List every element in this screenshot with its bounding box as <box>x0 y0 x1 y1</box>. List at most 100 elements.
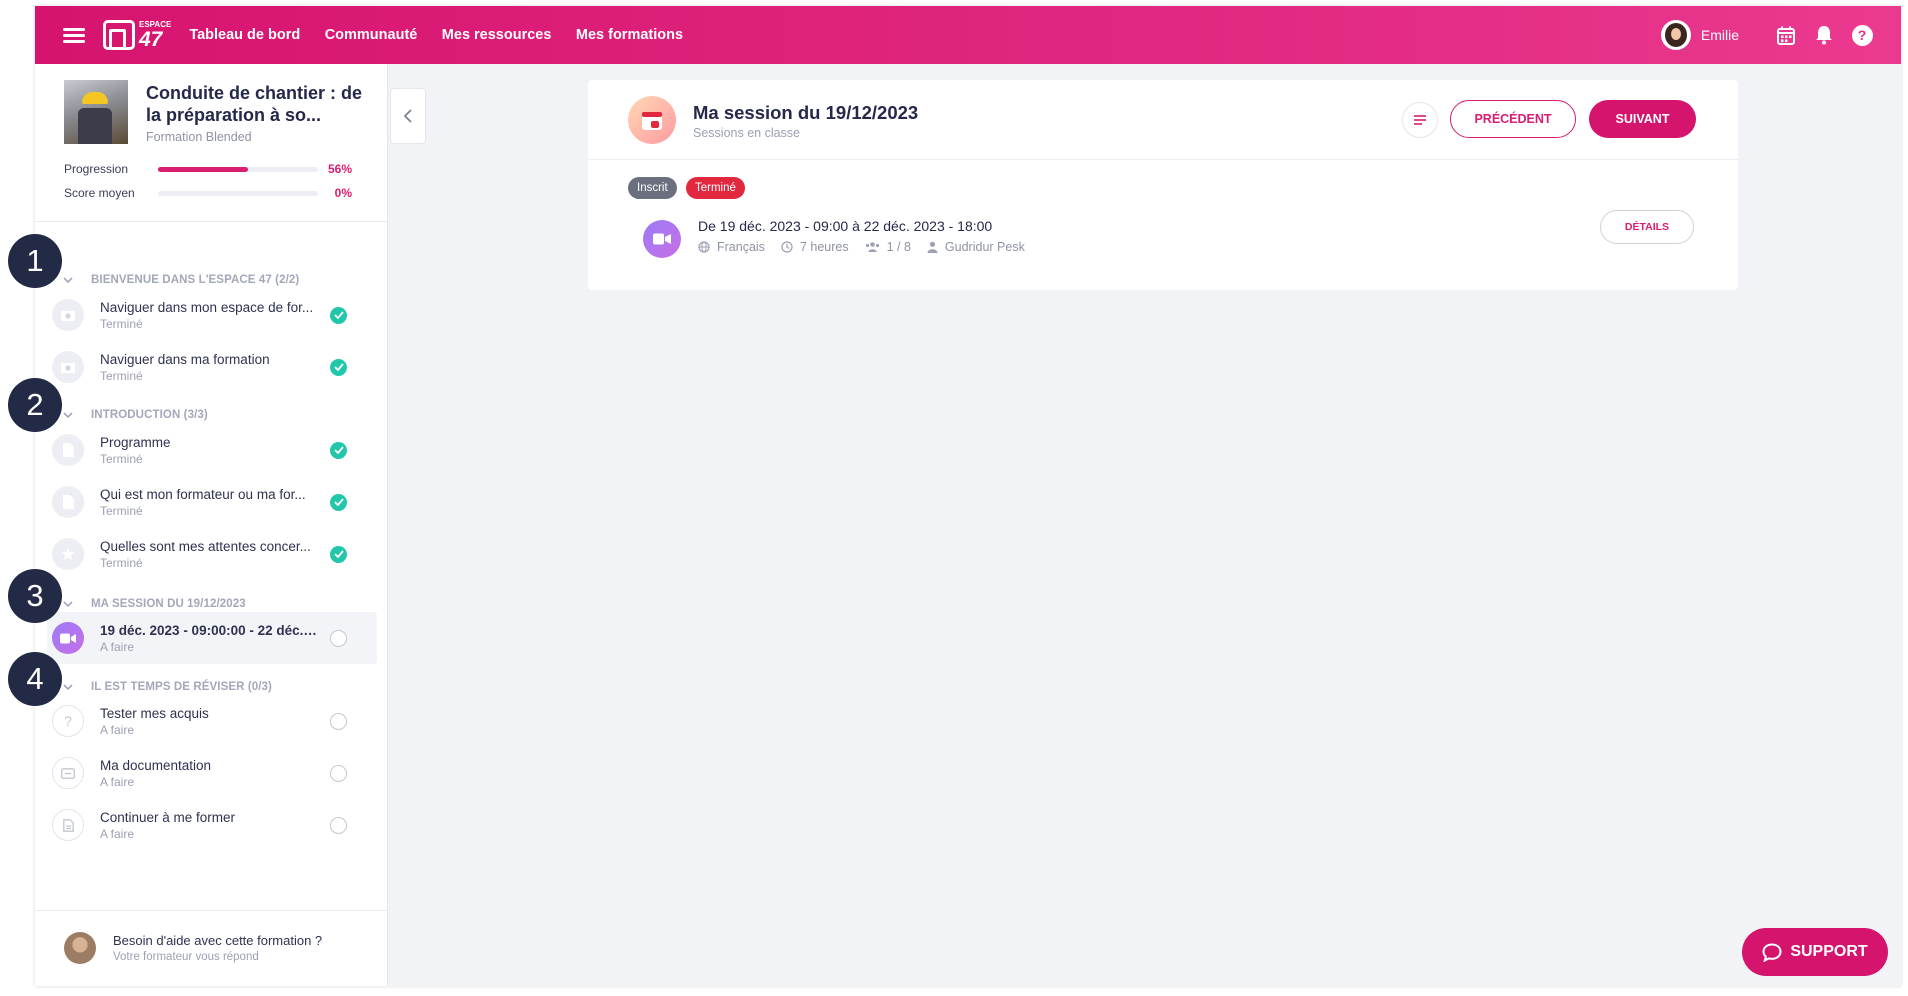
question-icon: ? <box>52 705 84 737</box>
session-attendees: 1 / 8 <box>886 240 911 254</box>
score-stat: Score moyen 0% <box>64 186 352 200</box>
progress-stat: Progression 56% <box>64 162 352 176</box>
session-date-range: De 19 déc. 2023 - 09:00 à 22 déc. 2023 -… <box>698 218 993 234</box>
section-title: INTRODUCTION (3/3) <box>91 409 208 421</box>
section-header-revision[interactable]: IL EST TEMPS DE RÉVISER (0/3) <box>63 681 272 693</box>
globe-icon <box>698 241 710 253</box>
nav-community[interactable]: Communauté <box>325 27 418 43</box>
completed-check-icon <box>330 306 347 324</box>
nav-trainings[interactable]: Mes formations <box>576 27 683 43</box>
lesson-item[interactable]: Continuer à me former A faire <box>35 799 400 851</box>
hamburger-menu-icon[interactable] <box>63 25 85 46</box>
score-bar <box>158 190 318 196</box>
chevron-down-icon <box>63 412 73 419</box>
section-header-session[interactable]: MA SESSION DU 19/12/2023 <box>63 598 246 610</box>
file-icon <box>52 809 84 841</box>
notification-bell-icon[interactable] <box>1813 24 1835 46</box>
session-card: Ma session du 19/12/2023 Sessions en cla… <box>588 80 1738 290</box>
collapse-sidebar-button[interactable] <box>390 88 426 144</box>
pending-circle-icon <box>330 712 347 730</box>
lesson-item[interactable]: Naviguer dans mon espace de for... Termin… <box>35 289 400 341</box>
video-icon <box>52 622 84 654</box>
top-bar: ESPACE 47 Tableau de bord Communauté Mes… <box>35 6 1901 64</box>
trainer-avatar <box>64 932 96 964</box>
lesson-title: Programme <box>100 434 171 450</box>
section-title: IL EST TEMPS DE RÉVISER (0/3) <box>91 681 272 693</box>
lesson-status: Terminé <box>100 451 143 466</box>
espace47-logo[interactable]: ESPACE 47 <box>103 20 171 50</box>
help-footer[interactable]: Besoin d'aide avec cette formation ? Vot… <box>35 910 387 986</box>
calendar-session-icon <box>628 96 676 144</box>
progress-value: 56% <box>327 162 352 176</box>
logo-number: 47 <box>139 27 163 51</box>
next-button[interactable]: SUIVANT <box>1589 100 1696 138</box>
help-subtitle: Votre formateur vous répond <box>113 951 259 963</box>
lesson-item[interactable]: Qui est mon formateur ou ma for... Termin… <box>35 476 400 528</box>
status-badge-registered: Inscrit <box>628 177 677 199</box>
lesson-status: Terminé <box>100 368 143 383</box>
course-type: Formation Blended <box>146 130 252 144</box>
logo-mark <box>103 20 135 50</box>
completed-check-icon <box>330 545 347 563</box>
document-icon <box>52 486 84 518</box>
lesson-item[interactable]: Ma documentation A faire <box>35 747 400 799</box>
completed-check-icon <box>330 493 347 511</box>
star-icon <box>52 538 84 570</box>
lesson-item[interactable]: Programme Terminé <box>35 424 400 476</box>
session-duration: 7 heures <box>799 240 849 254</box>
chevron-left-icon <box>403 109 412 123</box>
course-header: Conduite de chantier : de la préparation… <box>35 64 387 222</box>
nav-dashboard[interactable]: Tableau de bord <box>189 27 300 43</box>
lesson-title: Qui est mon formateur ou ma for... <box>100 486 306 502</box>
previous-button[interactable]: PRÉCÉDENT <box>1450 100 1576 138</box>
lesson-item[interactable]: Naviguer dans ma formation Terminé <box>35 341 400 393</box>
section-header-welcome[interactable]: BIENVENUE DANS L'ESPACE 47 (2/2) <box>63 274 299 286</box>
chat-bubble-icon <box>1762 942 1782 962</box>
camera-icon <box>52 351 84 383</box>
calendar-icon[interactable] <box>1775 24 1797 46</box>
nav-resources[interactable]: Mes ressources <box>442 27 552 43</box>
lesson-status: A faire <box>100 722 135 737</box>
section-title: MA SESSION DU 19/12/2023 <box>91 598 246 610</box>
chevron-down-icon <box>63 601 73 608</box>
session-card-header: Ma session du 19/12/2023 Sessions en cla… <box>588 80 1738 160</box>
lesson-title: Naviguer dans ma formation <box>100 351 270 367</box>
lesson-title: Ma documentation <box>100 757 212 773</box>
user-name[interactable]: Emilie <box>1701 27 1739 43</box>
section-header-introduction[interactable]: INTRODUCTION (3/3) <box>63 409 208 421</box>
details-button[interactable]: DÉTAILS <box>1600 210 1694 244</box>
help-icon[interactable]: ? <box>1851 24 1873 46</box>
lesson-title: Tester mes acquis <box>100 705 209 721</box>
user-avatar[interactable] <box>1660 20 1691 50</box>
lesson-status: Terminé <box>100 316 143 331</box>
score-label: Score moyen <box>64 186 135 200</box>
step-marker-4: 4 <box>8 652 62 706</box>
support-label: SUPPORT <box>1790 943 1868 960</box>
course-title: Conduite de chantier : de la préparation… <box>146 83 363 125</box>
support-button[interactable]: SUPPORT <box>1742 928 1888 976</box>
session-trainer: Gudridur Pesk <box>944 240 1025 254</box>
session-subtitle: Sessions en classe <box>693 126 801 140</box>
lesson-item[interactable]: Quelles sont mes attentes concer... Termi… <box>35 528 400 580</box>
step-marker-3: 3 <box>8 569 62 623</box>
completed-check-icon <box>330 358 347 376</box>
course-sidebar: Conduite de chantier : de la préparation… <box>35 64 388 986</box>
camera-icon <box>52 299 84 331</box>
video-icon <box>643 220 681 258</box>
completed-check-icon <box>330 441 347 459</box>
lesson-status: Terminé <box>100 555 143 570</box>
section-title: BIENVENUE DANS L'ESPACE 47 (2/2) <box>91 274 300 286</box>
status-badge-finished: Terminé <box>686 177 745 199</box>
lesson-title: Quelles sont mes attentes concer... <box>100 538 311 554</box>
help-title: Besoin d'aide avec cette formation ? <box>113 933 323 948</box>
lesson-status: A faire <box>100 639 135 654</box>
lesson-item-active[interactable]: 19 déc. 2023 - 09:00:00 - 22 déc. 2... A … <box>47 612 377 664</box>
lesson-status: A faire <box>100 826 135 841</box>
lesson-title: 19 déc. 2023 - 09:00:00 - 22 déc. 2... <box>100 622 320 638</box>
outline-list-button[interactable] <box>1402 102 1438 138</box>
chevron-down-icon <box>63 684 73 691</box>
lesson-item[interactable]: ? Tester mes acquis A faire <box>35 695 400 747</box>
progress-bar-fill <box>158 166 248 172</box>
main-nav: Tableau de bord Communauté Mes ressource… <box>189 26 703 44</box>
progress-bar <box>158 166 318 172</box>
